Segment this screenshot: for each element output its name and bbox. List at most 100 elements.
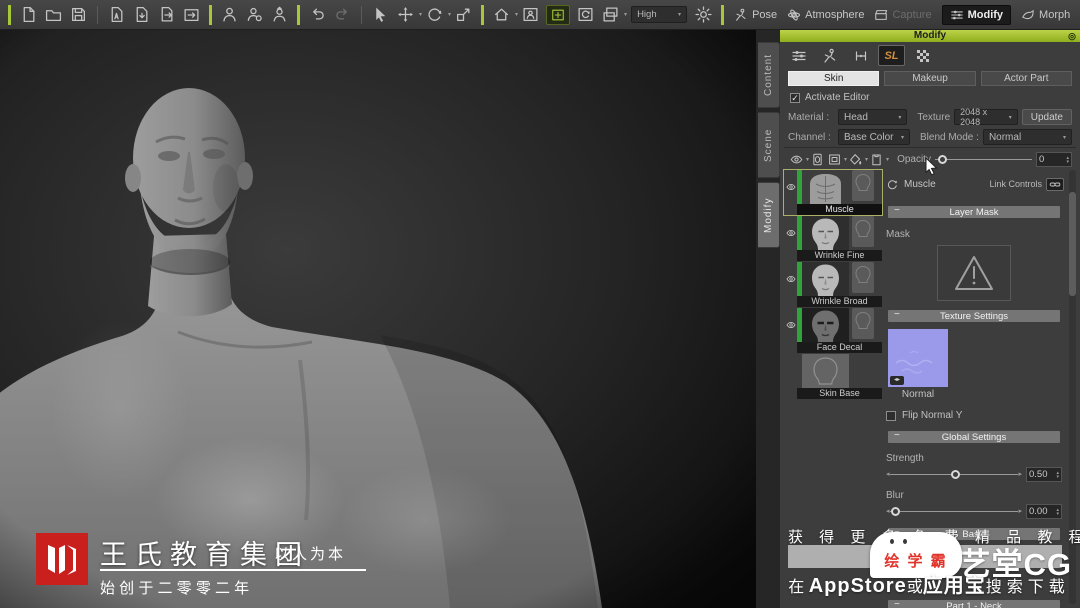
morph-button[interactable]: Morph <box>1021 8 1070 22</box>
strength-spinner[interactable]: ▴ ▾ <box>1056 470 1059 479</box>
tab-skingen[interactable]: SL <box>878 45 905 66</box>
send-file-icon[interactable] <box>158 6 175 23</box>
panel-scrollbar-thumb[interactable] <box>1069 192 1076 296</box>
layer-mask-thumbnail[interactable] <box>852 262 874 293</box>
pose-button[interactable]: Pose <box>734 8 777 22</box>
move-tool-icon[interactable] <box>397 6 414 23</box>
tab-texture[interactable] <box>909 45 936 66</box>
layer-row-wrinkle-fine[interactable]: Wrinkle Fine <box>784 216 882 261</box>
side-tab-scene[interactable]: Scene <box>758 112 780 178</box>
bucket-caret-icon[interactable]: ▾ <box>865 156 868 163</box>
tab-makeup[interactable]: Makeup <box>884 71 976 86</box>
section-global-settings[interactable]: − Global Settings <box>888 430 1060 443</box>
undo-icon[interactable] <box>309 6 326 23</box>
scale-tool-icon[interactable] <box>455 6 472 23</box>
section-layer-mask[interactable]: − Layer Mask <box>888 205 1060 218</box>
layer-mask-thumbnail[interactable] <box>852 308 874 339</box>
layer-row-face-decal[interactable]: Face Decal <box>784 308 882 353</box>
tab-adjust[interactable] <box>785 45 812 66</box>
layer-row-skin-base[interactable]: Skin Base <box>784 354 882 399</box>
strength-value-field[interactable]: 0.50 ▴ ▾ <box>1026 467 1062 482</box>
blur-spinner[interactable]: ▴ ▾ <box>1056 507 1059 516</box>
layout-views-caret-icon[interactable]: ▾ <box>624 11 627 18</box>
visibility-caret-icon[interactable]: ▾ <box>806 156 809 163</box>
import-file-icon[interactable] <box>108 6 125 23</box>
channel-dropdown[interactable]: Base Color ▾ <box>838 129 910 145</box>
layer-refresh-icon[interactable] <box>886 178 899 191</box>
character-export-icon[interactable] <box>271 6 288 23</box>
focus-view-button[interactable] <box>546 4 571 25</box>
strength-slider[interactable] <box>889 469 1019 480</box>
opacity-slider[interactable] <box>934 154 1032 165</box>
rotate-tool-icon[interactable] <box>426 6 443 23</box>
layer-row-muscle[interactable]: Muscle <box>783 169 883 216</box>
side-tab-content[interactable]: Content <box>758 42 780 108</box>
texture-size-dropdown[interactable]: 2048 x 2048 ▾ <box>954 107 1018 127</box>
side-tab-modify[interactable]: Modify <box>758 182 780 248</box>
frame-select-icon[interactable] <box>828 153 841 166</box>
swap-texture-icon[interactable]: ◂▸ <box>890 376 904 385</box>
mask-thumbnail[interactable] <box>937 245 1011 301</box>
character-icon[interactable] <box>221 6 238 23</box>
flip-normal-y-checkbox[interactable] <box>886 410 896 421</box>
fill-bucket-icon[interactable] <box>849 153 862 166</box>
section-part1-neck[interactable]: − Part 1 - Neck <box>888 599 1060 608</box>
home-view-icon[interactable] <box>493 6 510 23</box>
eye-icon[interactable] <box>786 228 796 238</box>
blur-value-field[interactable]: 0.00 ▴ ▾ <box>1026 504 1062 519</box>
merge-project-icon[interactable] <box>183 6 200 23</box>
eye-icon[interactable] <box>786 274 796 284</box>
export-file-icon[interactable] <box>133 6 150 23</box>
new-project-icon[interactable] <box>20 6 37 23</box>
layer-row-wrinkle-broad[interactable]: Wrinkle Broad <box>784 262 882 307</box>
collapse-icon[interactable]: − <box>894 205 900 216</box>
layout-views-icon[interactable] <box>602 6 619 23</box>
blur-slider[interactable] <box>889 506 1019 517</box>
home-view-caret-icon[interactable]: ▾ <box>515 11 518 18</box>
opacity-slider-thumb[interactable] <box>937 155 947 164</box>
section-texture-settings[interactable]: − Texture Settings <box>888 309 1060 322</box>
viewport-3d[interactable]: 王氏教育集团 以人为本 始 创 于 二 零 零 二 年 <box>0 30 756 608</box>
select-tool-icon[interactable] <box>372 6 389 23</box>
slider-right-arrow-icon[interactable]: ▸ <box>1018 506 1022 517</box>
move-tool-caret-icon[interactable]: ▾ <box>419 11 422 18</box>
slider-right-arrow-icon[interactable]: ▸ <box>1018 469 1022 480</box>
material-dropdown[interactable]: Head ▾ <box>838 109 908 125</box>
modify-button[interactable]: Modify <box>941 4 1012 25</box>
tab-actor-part[interactable]: Actor Part <box>980 71 1072 86</box>
collapse-icon[interactable]: − <box>894 599 900 608</box>
camera-view-icon[interactable] <box>522 6 539 23</box>
link-controls-toggle[interactable] <box>1046 177 1064 191</box>
save-project-icon[interactable] <box>70 6 87 23</box>
frame-caret-icon[interactable]: ▾ <box>844 156 847 163</box>
blur-slider-thumb[interactable] <box>890 507 900 516</box>
atmosphere-button[interactable]: Atmosphere <box>787 8 864 22</box>
eye-icon[interactable] <box>786 182 796 192</box>
open-project-icon[interactable] <box>45 6 62 23</box>
lighting-icon[interactable] <box>695 6 712 23</box>
quality-dropdown[interactable]: High ▾ <box>631 6 688 23</box>
opacity-spinner[interactable]: ▴ ▾ <box>1066 155 1069 164</box>
mask-sheet-icon[interactable] <box>811 153 824 166</box>
redo-icon[interactable] <box>334 6 351 23</box>
strength-slider-thumb[interactable] <box>951 470 961 479</box>
character-settings-icon[interactable] <box>246 6 263 23</box>
collapse-icon[interactable]: − <box>894 430 900 441</box>
tab-skin[interactable]: Skin <box>788 71 880 86</box>
update-button[interactable]: Update <box>1021 109 1072 125</box>
clipboard-icon[interactable] <box>870 153 883 166</box>
layer-visibility-icon[interactable] <box>790 153 803 166</box>
panel-options-icon[interactable]: ◎ <box>1068 30 1076 42</box>
tab-proportion[interactable] <box>847 45 874 66</box>
blend-mode-dropdown[interactable]: Normal ▾ <box>982 129 1072 145</box>
eye-icon[interactable] <box>786 320 796 330</box>
collapse-icon[interactable]: − <box>894 309 900 320</box>
tab-pose[interactable] <box>816 45 843 66</box>
orbit-camera-icon[interactable] <box>577 6 594 23</box>
layer-mask-thumbnail[interactable] <box>852 216 874 247</box>
normal-map-thumbnail[interactable]: ◂▸ <box>888 329 948 387</box>
clipboard-caret-icon[interactable]: ▾ <box>886 156 889 163</box>
opacity-value-field[interactable]: 0 ▴ ▾ <box>1036 152 1072 167</box>
rotate-tool-caret-icon[interactable]: ▾ <box>448 11 451 18</box>
layer-mask-thumbnail[interactable] <box>852 170 874 201</box>
